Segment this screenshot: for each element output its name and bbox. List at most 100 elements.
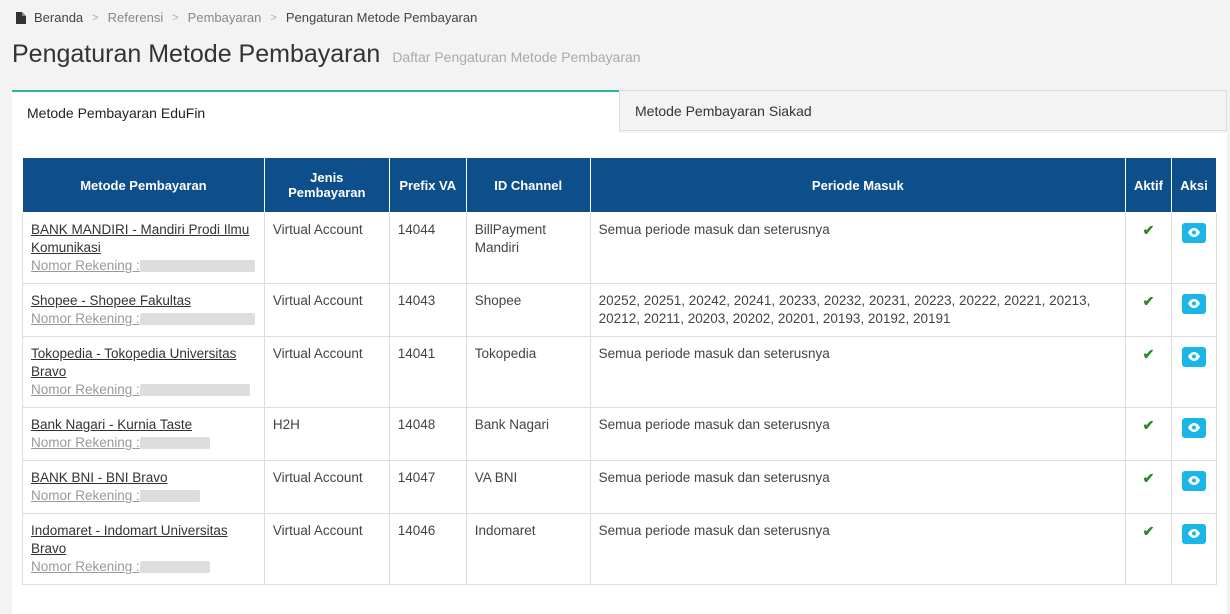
cell-aktif: ✔ <box>1124 336 1172 408</box>
cell-aktif: ✔ <box>1124 212 1172 284</box>
redacted-account-number <box>139 437 210 450</box>
cell-jenis: Virtual Account <box>263 212 390 284</box>
cell-aktif: ✔ <box>1124 513 1172 585</box>
col-header-aktif: Aktif <box>1124 157 1172 213</box>
tab-siakad[interactable]: Metode Pembayaran Siakad <box>619 90 1227 131</box>
cell-aktif: ✔ <box>1124 283 1172 337</box>
breadcrumb-home-label[interactable]: Beranda <box>34 10 83 25</box>
view-button[interactable] <box>1181 418 1206 438</box>
tab-bar: Metode Pembayaran EduFin Metode Pembayar… <box>12 90 1227 133</box>
account-number-label: Nomor Rekening : <box>31 311 140 326</box>
breadcrumb-current: Pengaturan Metode Pembayaran <box>285 10 478 25</box>
redacted-account-number <box>139 384 250 397</box>
check-icon: ✔ <box>1142 346 1155 362</box>
tab-edufin[interactable]: Metode Pembayaran EduFin <box>12 90 619 133</box>
cell-prefix: 14047 <box>388 460 467 514</box>
cell-channel: BillPayment Mandiri <box>465 212 591 284</box>
method-link[interactable]: Shopee - Shopee Fakultas <box>31 292 256 310</box>
table-row: BANK MANDIRI - Mandiri Prodi Ilmu Komuni… <box>22 212 1218 284</box>
page-header: Pengaturan Metode Pembayaran Daftar Peng… <box>12 40 641 69</box>
cell-metode: Shopee - Shopee Fakultas Nomor Rekening … <box>22 283 265 337</box>
cell-periode: Semua periode masuk dan seterusnya <box>589 336 1126 408</box>
cell-metode: Indomaret - Indomart Universitas Bravo N… <box>22 513 265 585</box>
table-row: Indomaret - Indomart Universitas Bravo N… <box>22 513 1218 585</box>
table-row: Bank Nagari - Kurnia Taste Nomor Rekenin… <box>22 407 1218 461</box>
account-number: Nomor Rekening : <box>31 434 256 452</box>
cell-channel: VA BNI <box>465 460 591 514</box>
cell-jenis: Virtual Account <box>263 283 390 337</box>
check-icon: ✔ <box>1142 293 1155 309</box>
cell-periode: Semua periode masuk dan seterusnya <box>589 212 1126 284</box>
view-button[interactable] <box>1181 294 1206 314</box>
cell-jenis: Virtual Account <box>263 336 390 408</box>
account-number-label: Nomor Rekening : <box>31 488 140 503</box>
cell-aksi <box>1170 513 1218 585</box>
view-button[interactable] <box>1181 471 1206 491</box>
eye-icon <box>1187 228 1200 237</box>
col-header-metode: Metode Pembayaran <box>22 157 265 213</box>
account-number: Nomor Rekening : <box>31 310 256 328</box>
redacted-account-number <box>139 260 255 273</box>
check-icon: ✔ <box>1142 222 1155 238</box>
account-number: Nomor Rekening : <box>31 487 256 505</box>
eye-icon <box>1187 423 1200 432</box>
cell-metode: BANK MANDIRI - Mandiri Prodi Ilmu Komuni… <box>22 212 265 284</box>
cell-aksi <box>1170 336 1218 408</box>
table-row: Shopee - Shopee Fakultas Nomor Rekening … <box>22 283 1218 337</box>
cell-prefix: 14041 <box>388 336 467 408</box>
method-link[interactable]: Tokopedia - Tokopedia Universitas Bravo <box>31 345 256 381</box>
eye-icon <box>1187 529 1200 538</box>
breadcrumb-home[interactable]: Beranda <box>16 10 83 25</box>
cell-aksi <box>1170 407 1218 461</box>
view-button[interactable] <box>1181 524 1206 544</box>
tab-panel: Metode Pembayaran Jenis Pembayaran Prefi… <box>12 133 1227 614</box>
account-number-label: Nomor Rekening : <box>31 382 140 397</box>
check-icon: ✔ <box>1142 470 1155 486</box>
method-link[interactable]: BANK BNI - BNI Bravo <box>31 469 256 487</box>
page-subtitle: Daftar Pengaturan Metode Pembayaran <box>392 49 641 65</box>
col-header-prefix: Prefix VA <box>388 157 467 213</box>
cell-metode: Bank Nagari - Kurnia Taste Nomor Rekenin… <box>22 407 265 461</box>
document-icon <box>16 11 26 24</box>
cell-channel: Bank Nagari <box>465 407 591 461</box>
eye-icon <box>1187 299 1200 308</box>
page-title: Pengaturan Metode Pembayaran <box>12 40 381 68</box>
account-number-label: Nomor Rekening : <box>31 258 140 273</box>
redacted-account-number <box>139 490 200 503</box>
breadcrumb-item-pembayaran[interactable]: Pembayaran <box>188 10 262 25</box>
view-button[interactable] <box>1181 347 1206 367</box>
redacted-account-number <box>139 561 210 574</box>
cell-periode: Semua periode masuk dan seterusnya <box>589 460 1126 514</box>
col-header-periode: Periode Masuk <box>589 157 1126 213</box>
view-button[interactable] <box>1181 223 1206 243</box>
chevron-right-icon: > <box>172 11 179 24</box>
cell-aktif: ✔ <box>1124 407 1172 461</box>
cell-aktif: ✔ <box>1124 460 1172 514</box>
cell-periode: Semua periode masuk dan seterusnya <box>589 513 1126 585</box>
redacted-account-number <box>139 313 255 326</box>
cell-metode: BANK BNI - BNI Bravo Nomor Rekening : <box>22 460 265 514</box>
cell-jenis: Virtual Account <box>263 460 390 514</box>
check-icon: ✔ <box>1142 523 1155 539</box>
check-icon: ✔ <box>1142 417 1155 433</box>
cell-aksi <box>1170 460 1218 514</box>
method-link[interactable]: Indomaret - Indomart Universitas Bravo <box>31 522 256 558</box>
col-header-channel: ID Channel <box>465 157 591 213</box>
eye-icon <box>1187 352 1200 361</box>
payment-method-table: Metode Pembayaran Jenis Pembayaran Prefi… <box>22 157 1218 585</box>
cell-aksi <box>1170 283 1218 337</box>
col-header-aksi: Aksi <box>1170 157 1218 213</box>
method-link[interactable]: BANK MANDIRI - Mandiri Prodi Ilmu Komuni… <box>31 221 256 257</box>
account-number: Nomor Rekening : <box>31 381 256 399</box>
table-row: Tokopedia - Tokopedia Universitas Bravo … <box>22 336 1218 408</box>
cell-prefix: 14044 <box>388 212 467 284</box>
breadcrumb-item-referensi[interactable]: Referensi <box>108 10 164 25</box>
cell-periode: Semua periode masuk dan seterusnya <box>589 407 1126 461</box>
cell-prefix: 14048 <box>388 407 467 461</box>
col-header-jenis: Jenis Pembayaran <box>263 157 390 213</box>
table-row: BANK BNI - BNI Bravo Nomor Rekening : Vi… <box>22 460 1218 514</box>
cell-prefix: 14043 <box>388 283 467 337</box>
chevron-right-icon: > <box>92 11 99 24</box>
cell-channel: Tokopedia <box>465 336 591 408</box>
method-link[interactable]: Bank Nagari - Kurnia Taste <box>31 416 256 434</box>
